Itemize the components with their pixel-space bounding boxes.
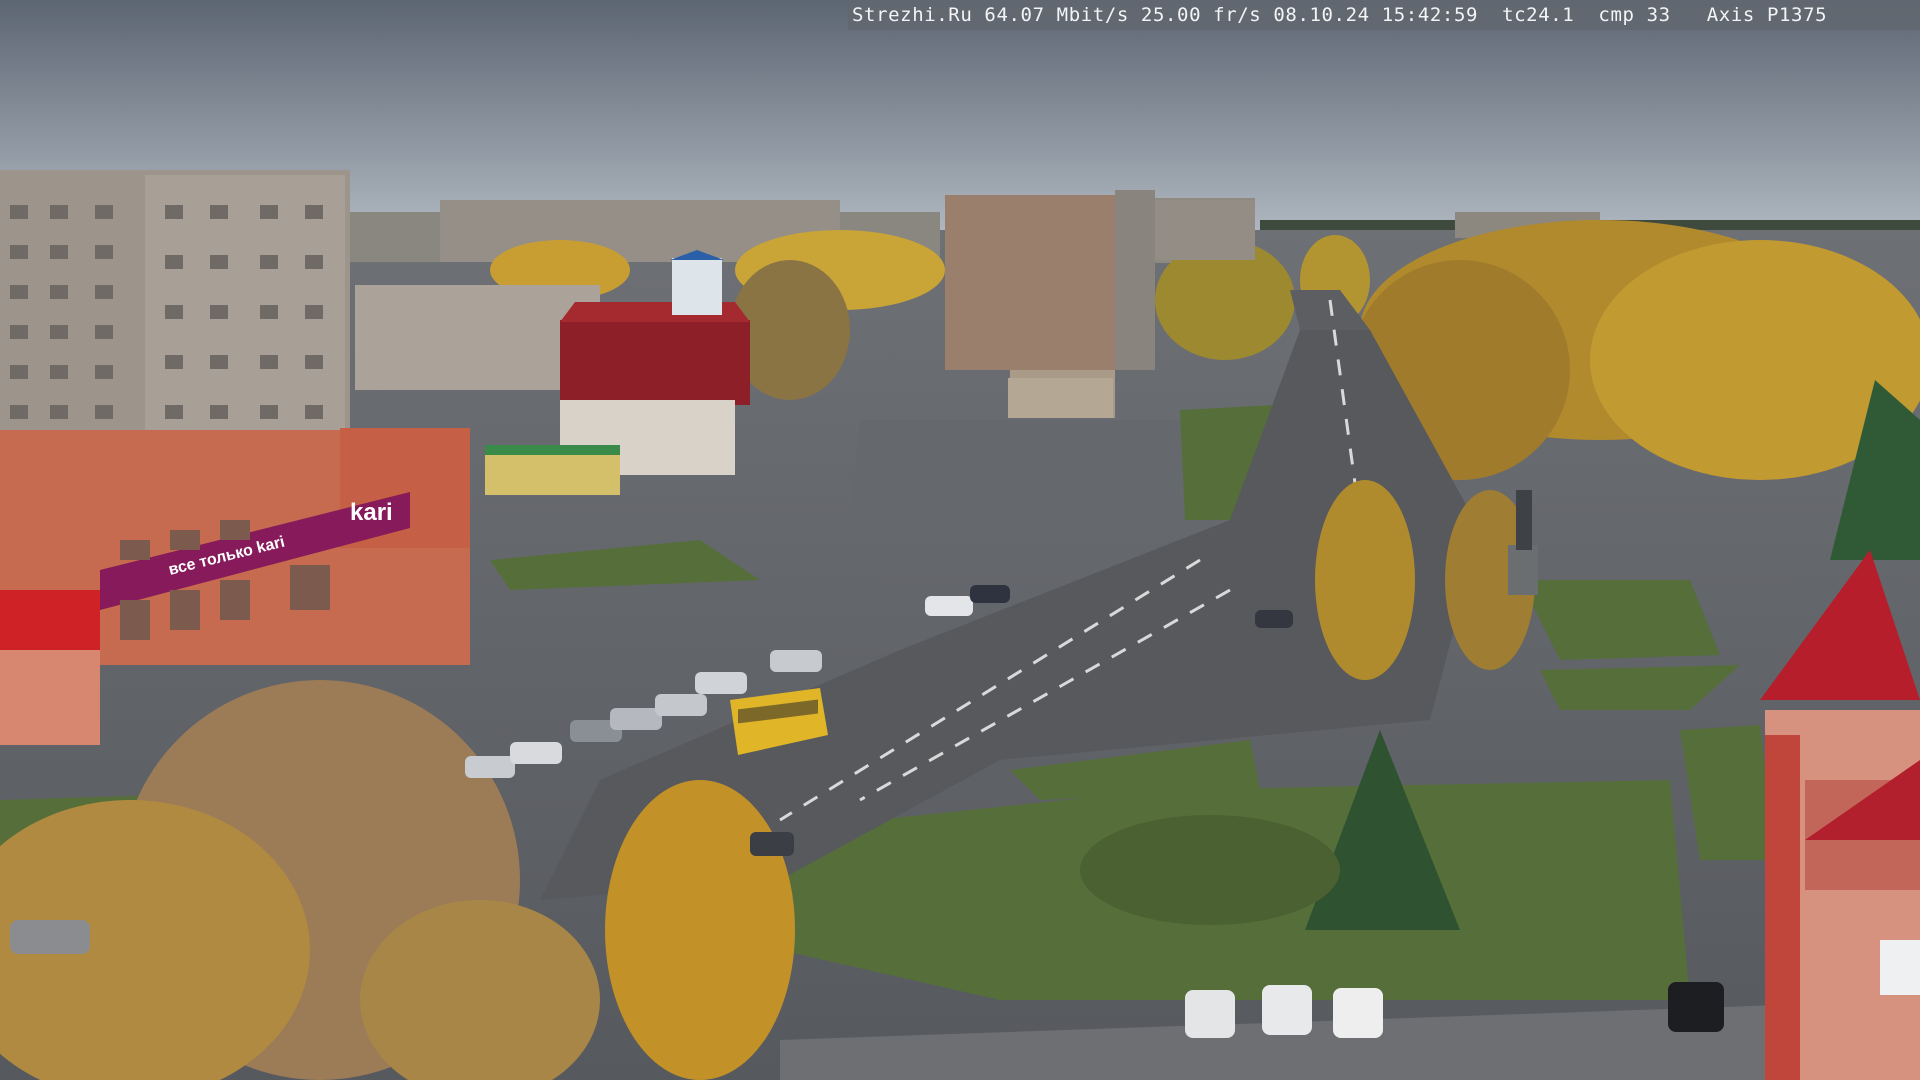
low-building [1008, 378, 1113, 418]
camera-info-overlay: Strezhi.Ru 64.07 Mbit/s 25.00 fr/s 08.10… [848, 0, 1920, 30]
bush-center [1080, 815, 1340, 925]
webcam-scene: kari все только kari [0, 0, 1920, 1080]
store-sign-kari: kari [350, 499, 393, 526]
plaza [850, 420, 1210, 520]
tree-median-left [1315, 480, 1415, 680]
